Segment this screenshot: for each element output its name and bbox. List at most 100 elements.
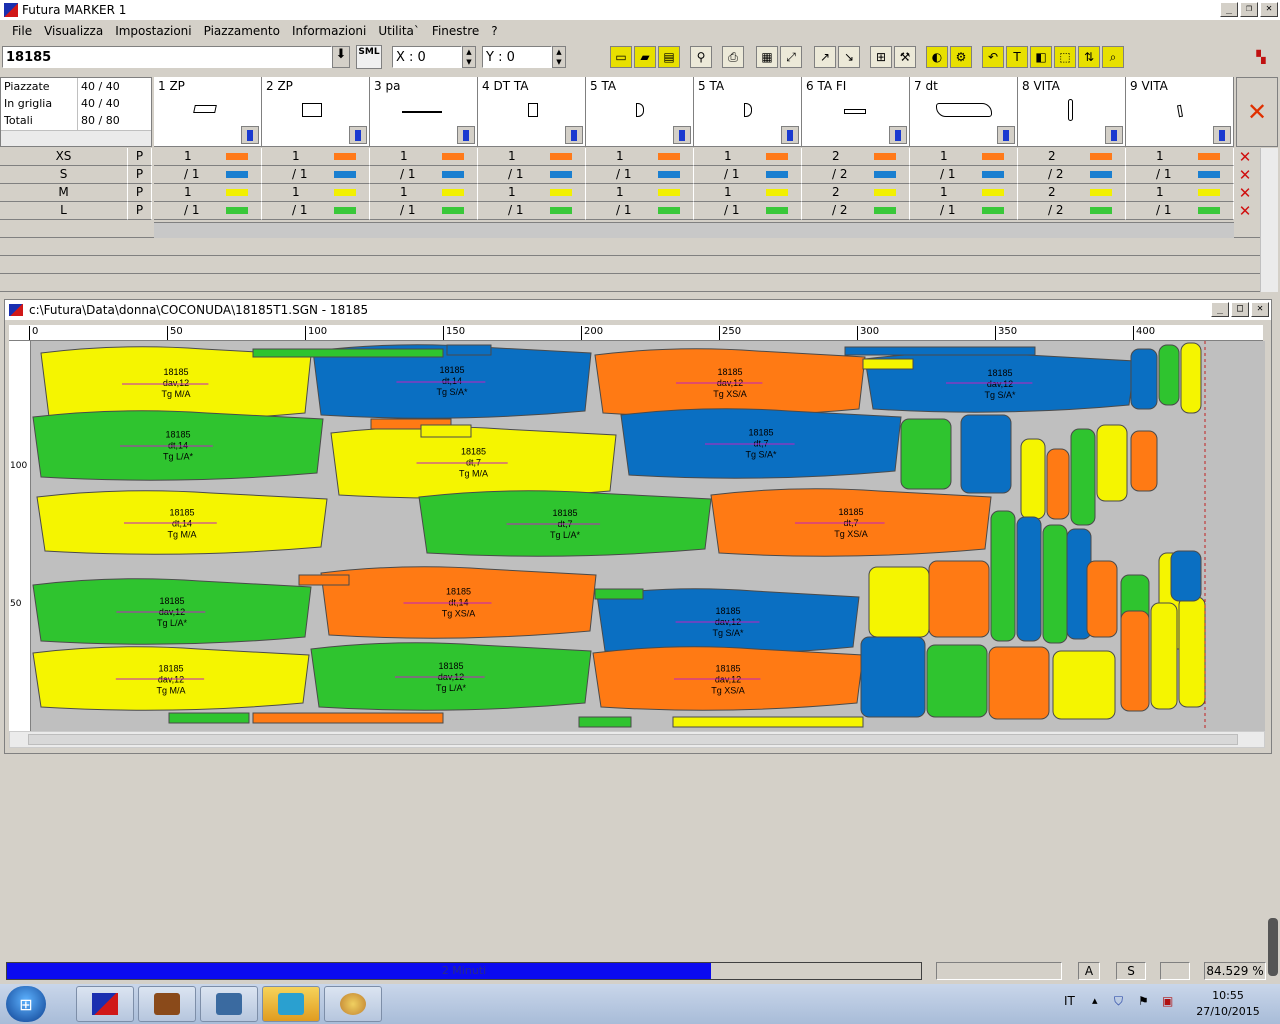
marker-small-piece[interactable]: [1046, 448, 1070, 520]
delete-size-icon[interactable]: ✕: [1238, 204, 1252, 219]
size-count-cell[interactable]: 1: [1126, 184, 1234, 202]
tray-arrow-icon[interactable]: ▴: [1092, 994, 1098, 1007]
side-grip[interactable]: [1268, 918, 1278, 976]
tray-shield-icon[interactable]: ⛉: [1114, 994, 1123, 1009]
marker-canvas[interactable]: 18185 dav,12 Tg M/A 18185 dt,14 Tg S/A* 18185 d…: [31, 341, 1265, 731]
piece-header-5[interactable]: 5 TA: [586, 77, 694, 147]
zoom-icon[interactable]: ⚲: [690, 46, 712, 68]
marker-strip-piece[interactable]: [252, 348, 444, 358]
size-count-cell[interactable]: / 1: [262, 166, 370, 184]
piece-header-3[interactable]: 3 pa: [370, 77, 478, 147]
menu-visualizza[interactable]: Visualizza: [38, 24, 109, 38]
marker-small-piece[interactable]: [1120, 610, 1150, 712]
size-count-cell[interactable]: / 1: [370, 166, 478, 184]
piece-info-icon[interactable]: [997, 126, 1015, 144]
menu-impostazioni[interactable]: Impostazioni: [109, 24, 197, 38]
size-count-cell[interactable]: 1: [370, 184, 478, 202]
size-count-cell[interactable]: 2: [1018, 184, 1126, 202]
y-spinner[interactable]: ▲ ▼: [552, 46, 566, 68]
scroll-thumb[interactable]: [28, 734, 1238, 745]
marker-small-piece[interactable]: [988, 646, 1050, 720]
size-count-cell[interactable]: 1: [262, 184, 370, 202]
marker-small-piece[interactable]: [1042, 524, 1068, 644]
marker-small-piece[interactable]: [900, 418, 952, 490]
taskbar-marker-active[interactable]: [262, 986, 320, 1022]
size-count-cell[interactable]: / 1: [478, 166, 586, 184]
marker-strip-piece[interactable]: [168, 712, 250, 724]
size-count-cell[interactable]: / 1: [154, 166, 262, 184]
undo-icon[interactable]: ↶: [982, 46, 1004, 68]
size-count-cell[interactable]: / 1: [1126, 166, 1234, 184]
marker-small-piece[interactable]: [1178, 596, 1206, 708]
marker-small-piece[interactable]: [960, 414, 1012, 494]
piece-info-icon[interactable]: [673, 126, 691, 144]
size-count-cell[interactable]: / 2: [1018, 202, 1126, 220]
size-count-cell[interactable]: 1: [694, 184, 802, 202]
size-count-cell[interactable]: / 1: [370, 202, 478, 220]
marker-strip-piece[interactable]: [578, 716, 632, 728]
piece-info-icon[interactable]: [565, 126, 583, 144]
new-file-icon[interactable]: ▭: [610, 46, 632, 68]
menu-informazioni[interactable]: Informazioni: [286, 24, 372, 38]
marker-small-piece[interactable]: [1130, 348, 1158, 410]
color-switch-icon[interactable]: ▚: [1250, 46, 1272, 68]
size-count-cell[interactable]: / 1: [694, 202, 802, 220]
select-area-icon[interactable]: ⬚: [1054, 46, 1076, 68]
marker-strip-piece[interactable]: [298, 574, 350, 586]
piece-header-7[interactable]: 6 TA FI: [802, 77, 910, 147]
size-count-cell[interactable]: 1: [910, 148, 1018, 166]
marker-small-piece[interactable]: [928, 560, 990, 638]
tray-flag-icon[interactable]: ⚑: [1138, 994, 1149, 1008]
grid-vertical-scrollbar[interactable]: [1260, 148, 1278, 292]
menu-file[interactable]: File: [6, 24, 38, 38]
size-count-cell[interactable]: / 1: [586, 166, 694, 184]
marker-small-piece[interactable]: [1170, 550, 1202, 602]
delete-size-icon[interactable]: ✕: [1238, 150, 1252, 165]
delete-all-icon[interactable]: ✕: [1236, 77, 1278, 147]
marker-strip-piece[interactable]: [844, 346, 1036, 356]
piece-header-2[interactable]: 2 ZP: [262, 77, 370, 147]
size-count-cell[interactable]: 1: [154, 148, 262, 166]
size-count-cell[interactable]: / 1: [262, 202, 370, 220]
flip-icon[interactable]: ◐: [926, 46, 948, 68]
marker-small-piece[interactable]: [1158, 344, 1180, 406]
menu-utilita[interactable]: Utilita`: [372, 24, 426, 38]
search-piece-icon[interactable]: ⌕: [1102, 46, 1124, 68]
inner-minimize-button[interactable]: _: [1211, 302, 1229, 317]
size-count-cell[interactable]: 1: [262, 148, 370, 166]
size-count-cell[interactable]: / 2: [802, 202, 910, 220]
inner-maximize-button[interactable]: □: [1231, 302, 1249, 317]
print-icon[interactable]: ⎙: [722, 46, 744, 68]
marker-small-piece[interactable]: [868, 566, 930, 638]
size-count-cell[interactable]: / 1: [694, 166, 802, 184]
size-flag[interactable]: P: [128, 166, 152, 184]
piece-info-icon[interactable]: [781, 126, 799, 144]
menu-piazzamento[interactable]: Piazzamento: [198, 24, 286, 38]
size-count-cell[interactable]: 1: [1126, 148, 1234, 166]
marker-small-piece[interactable]: [860, 636, 926, 718]
size-count-cell[interactable]: / 1: [910, 202, 1018, 220]
size-count-cell[interactable]: 1: [478, 148, 586, 166]
align-icon[interactable]: ◧: [1030, 46, 1052, 68]
delete-size-icon[interactable]: ✕: [1238, 186, 1252, 201]
piece-info-icon[interactable]: [1213, 126, 1231, 144]
grid-icon[interactable]: ▦: [756, 46, 778, 68]
marker-strip-piece[interactable]: [446, 344, 492, 356]
start-button-icon[interactable]: ⊞: [6, 986, 46, 1022]
piece-header-9[interactable]: 8 VITA: [1018, 77, 1126, 147]
split-icon[interactable]: ⇅: [1078, 46, 1100, 68]
taskbar-paint[interactable]: [324, 986, 382, 1022]
piece-info-icon[interactable]: [241, 126, 259, 144]
marker-strip-piece[interactable]: [594, 588, 644, 600]
menu-finestre[interactable]: Finestre: [426, 24, 485, 38]
marker-small-piece[interactable]: [1052, 650, 1116, 720]
size-count-cell[interactable]: / 1: [586, 202, 694, 220]
settings-gear-icon[interactable]: ⚙: [950, 46, 972, 68]
taskbar-network[interactable]: [200, 986, 258, 1022]
size-count-cell[interactable]: 2: [802, 148, 910, 166]
piece-info-icon[interactable]: [457, 126, 475, 144]
canvas-horizontal-scrollbar[interactable]: [9, 731, 1265, 748]
close-button[interactable]: ✕: [1260, 2, 1278, 17]
marker-dropdown-icon[interactable]: ⬇: [332, 46, 350, 68]
marker-small-piece[interactable]: [1016, 516, 1042, 642]
